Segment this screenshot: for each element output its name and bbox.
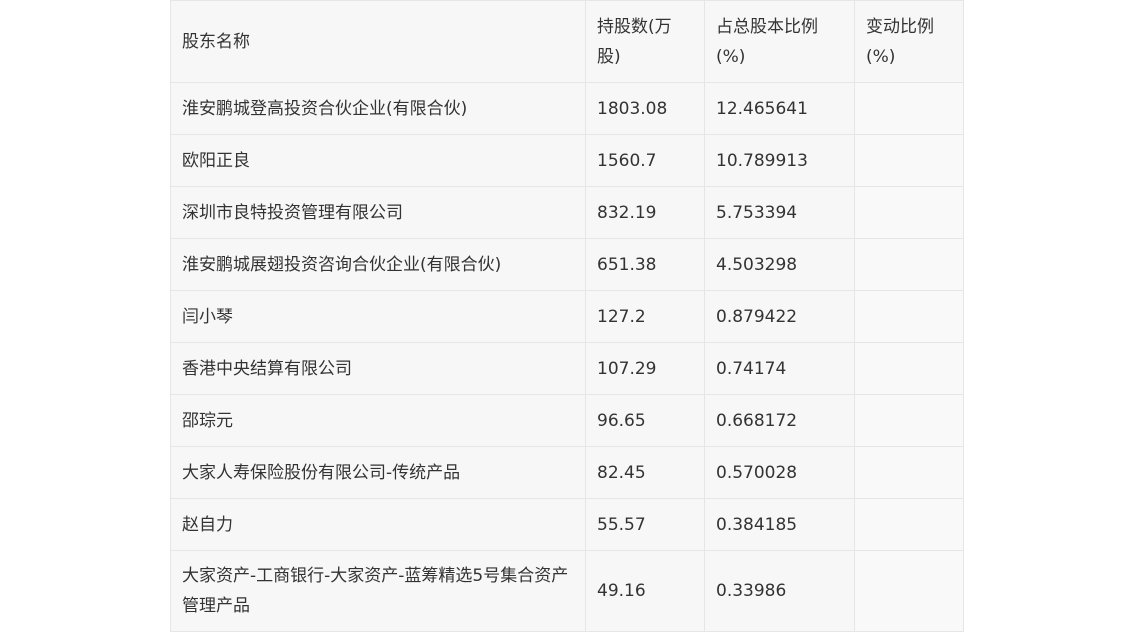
cell-change — [854, 290, 964, 343]
cell-change — [854, 342, 964, 395]
cell-ratio: 0.570028 — [704, 446, 855, 499]
cell-change — [854, 394, 964, 447]
header-row: 股东名称 持股数(万股) 占总股本比例(%) 变动比例(%) — [170, 0, 964, 83]
table-row: 闫小琴 127.2 0.879422 — [170, 290, 964, 343]
header-shares: 持股数(万股) — [585, 0, 705, 83]
cell-name: 淮安鹏城登高投资合伙企业(有限合伙) — [170, 82, 586, 135]
cell-ratio: 0.74174 — [704, 342, 855, 395]
table-row: 欧阳正良 1560.7 10.789913 — [170, 134, 964, 187]
cell-name: 赵自力 — [170, 498, 586, 551]
cell-ratio: 5.753394 — [704, 186, 855, 239]
cell-ratio: 4.503298 — [704, 238, 855, 291]
cell-name: 欧阳正良 — [170, 134, 586, 187]
cell-name: 闫小琴 — [170, 290, 586, 343]
cell-name: 深圳市良特投资管理有限公司 — [170, 186, 586, 239]
cell-shares: 651.38 — [585, 238, 705, 291]
table-row: 邵琮元 96.65 0.668172 — [170, 394, 964, 447]
shareholder-table-container: 股东名称 持股数(万股) 占总股本比例(%) 变动比例(%) 淮安鹏城登高投资合… — [170, 0, 964, 632]
cell-ratio: 12.465641 — [704, 82, 855, 135]
table-row: 淮安鹏城登高投资合伙企业(有限合伙) 1803.08 12.465641 — [170, 82, 964, 135]
header-change-ratio: 变动比例(%) — [854, 0, 964, 83]
cell-shares: 127.2 — [585, 290, 705, 343]
cell-name: 大家人寿保险股份有限公司-传统产品 — [170, 446, 586, 499]
table-row: 淮安鹏城展翅投资咨询合伙企业(有限合伙) 651.38 4.503298 — [170, 238, 964, 291]
table-row: 香港中央结算有限公司 107.29 0.74174 — [170, 342, 964, 395]
cell-change — [854, 238, 964, 291]
table-row: 赵自力 55.57 0.384185 — [170, 498, 964, 551]
cell-change — [854, 446, 964, 499]
cell-shares: 832.19 — [585, 186, 705, 239]
table-row: 大家资产-工商银行-大家资产-蓝筹精选5号集合资产管理产品 49.16 0.33… — [170, 550, 964, 632]
header-ratio: 占总股本比例(%) — [704, 0, 855, 83]
cell-shares: 107.29 — [585, 342, 705, 395]
cell-name: 香港中央结算有限公司 — [170, 342, 586, 395]
cell-shares: 82.45 — [585, 446, 705, 499]
cell-name: 大家资产-工商银行-大家资产-蓝筹精选5号集合资产管理产品 — [170, 550, 586, 632]
cell-shares: 96.65 — [585, 394, 705, 447]
shareholder-table: 股东名称 持股数(万股) 占总股本比例(%) 变动比例(%) 淮安鹏城登高投资合… — [170, 0, 964, 632]
table-header: 股东名称 持股数(万股) 占总股本比例(%) 变动比例(%) — [170, 0, 964, 83]
table-row: 大家人寿保险股份有限公司-传统产品 82.45 0.570028 — [170, 446, 964, 499]
table-row: 深圳市良特投资管理有限公司 832.19 5.753394 — [170, 186, 964, 239]
cell-change — [854, 186, 964, 239]
cell-change — [854, 550, 964, 632]
cell-change — [854, 498, 964, 551]
cell-shares: 49.16 — [585, 550, 705, 632]
cell-shares: 1560.7 — [585, 134, 705, 187]
cell-change — [854, 134, 964, 187]
cell-change — [854, 82, 964, 135]
cell-ratio: 0.668172 — [704, 394, 855, 447]
cell-ratio: 10.789913 — [704, 134, 855, 187]
cell-name: 淮安鹏城展翅投资咨询合伙企业(有限合伙) — [170, 238, 586, 291]
header-shareholder-name: 股东名称 — [170, 0, 586, 83]
cell-shares: 55.57 — [585, 498, 705, 551]
table-body: 淮安鹏城登高投资合伙企业(有限合伙) 1803.08 12.465641 欧阳正… — [170, 82, 964, 632]
cell-ratio: 0.33986 — [704, 550, 855, 632]
cell-ratio: 0.879422 — [704, 290, 855, 343]
cell-name: 邵琮元 — [170, 394, 586, 447]
cell-shares: 1803.08 — [585, 82, 705, 135]
cell-ratio: 0.384185 — [704, 498, 855, 551]
